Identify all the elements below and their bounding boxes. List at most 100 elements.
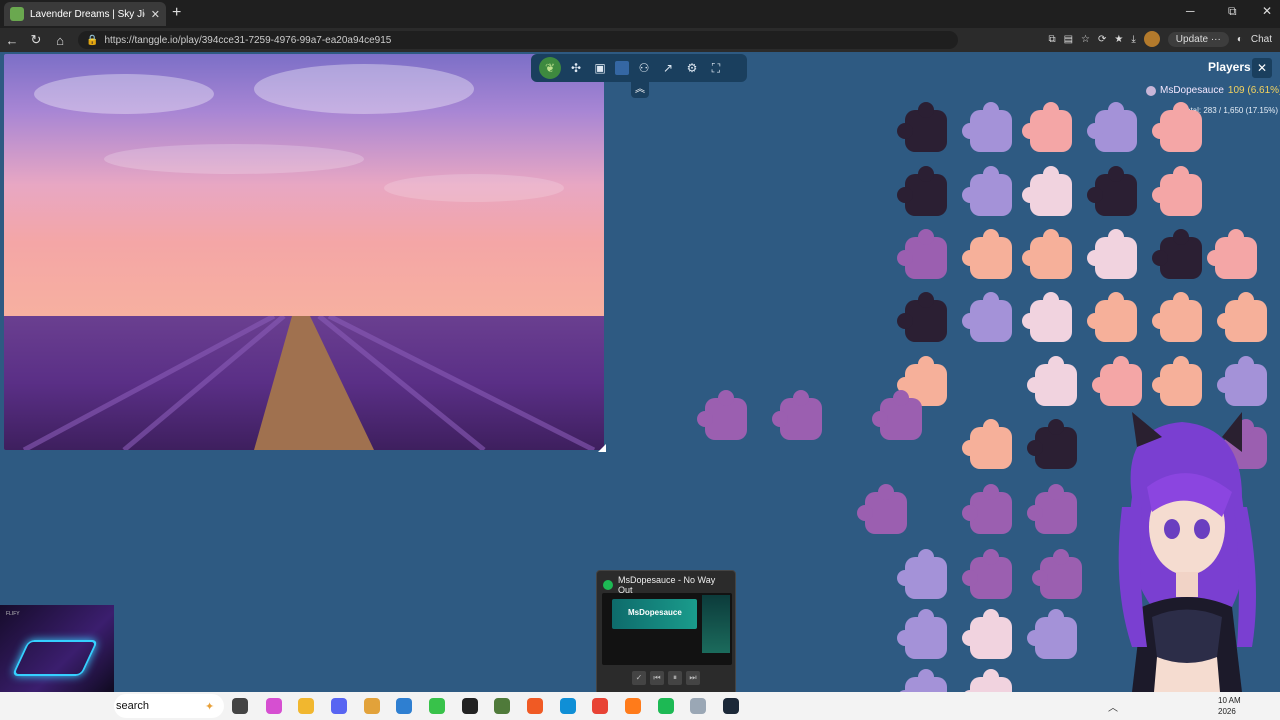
puzzle-piece[interactable]: [897, 549, 947, 599]
app-icon[interactable]: [364, 698, 380, 714]
puzzle-piece[interactable]: [872, 390, 922, 440]
puzzle-piece[interactable]: [1027, 484, 1077, 534]
puzzle-piece[interactable]: [897, 166, 947, 216]
star-icon[interactable]: ☆: [1081, 34, 1090, 45]
puzzle-piece[interactable]: [1207, 229, 1257, 279]
puzzle-piece[interactable]: [1217, 356, 1267, 406]
puzzle-piece[interactable]: [962, 609, 1012, 659]
puzzle-piece[interactable]: [1027, 609, 1077, 659]
back-arrow-icon[interactable]: ←: [0, 33, 24, 48]
tanggle-app-icon[interactable]: [494, 698, 510, 714]
new-tab-button[interactable]: +: [172, 4, 181, 22]
sync-icon[interactable]: ⟳: [1098, 34, 1106, 45]
next-icon[interactable]: ⏭: [686, 671, 700, 685]
puzzle-piece[interactable]: [857, 484, 907, 534]
puzzle-piece[interactable]: [962, 102, 1012, 152]
puzzle-piece[interactable]: [962, 292, 1012, 342]
puzzle-board[interactable]: ❦ ✣ ▣ ⚇ ↗ ⚙ ⛶ ︽ Players ✕ MsDopesauce 10…: [0, 52, 1280, 692]
background-color-button[interactable]: [615, 61, 629, 75]
puzzle-piece[interactable]: [897, 669, 947, 692]
obs-icon[interactable]: [462, 698, 478, 714]
maximize-button[interactable]: ⧉: [1228, 4, 1237, 19]
tanggle-logo-icon[interactable]: ❦: [539, 57, 561, 79]
taskbar-search[interactable]: search ✦: [114, 694, 224, 718]
url-field[interactable]: 🔒 https://tanggle.io/play/394cce31-7259-…: [78, 31, 958, 49]
puzzle-piece[interactable]: [962, 484, 1012, 534]
spotify-preview[interactable]: MsDopesauce - No Way Out MsDopesauce ✓ ⏮…: [596, 570, 736, 692]
image-icon[interactable]: ▣: [591, 59, 609, 77]
profile-avatar[interactable]: [1143, 31, 1160, 47]
file-explorer-icon[interactable]: [298, 698, 314, 714]
reload-icon[interactable]: ↻: [24, 32, 48, 48]
puzzle-piece[interactable]: [1087, 166, 1137, 216]
extensions-icon[interactable]: ⧉: [1048, 34, 1055, 45]
brave-icon[interactable]: [527, 698, 543, 714]
chat-button[interactable]: Chat: [1251, 34, 1272, 45]
players-close-button[interactable]: ✕: [1252, 58, 1272, 78]
gear-icon[interactable]: ⚙: [683, 59, 701, 77]
puzzle-piece[interactable]: [897, 229, 947, 279]
pause-icon[interactable]: ⏸: [668, 671, 682, 685]
copilot-icon[interactable]: ◐: [1237, 34, 1243, 45]
tray-overflow-icon[interactable]: ︿: [1108, 699, 1118, 714]
puzzle-piece[interactable]: [962, 549, 1012, 599]
h-app-icon[interactable]: [429, 698, 445, 714]
reader-icon[interactable]: ▤: [1064, 34, 1073, 45]
puzzle-piece[interactable]: [1027, 419, 1077, 469]
download-icon[interactable]: ⤓: [1131, 34, 1135, 45]
favorites-icon[interactable]: ★: [1114, 34, 1123, 45]
update-button[interactable]: Update ···: [1167, 31, 1229, 47]
puzzle-piece[interactable]: [897, 102, 947, 152]
chrome-icon[interactable]: [592, 698, 608, 714]
puzzle-piece[interactable]: [1087, 292, 1137, 342]
puzzle-piece[interactable]: [897, 292, 947, 342]
puzzle-piece[interactable]: [1152, 229, 1202, 279]
puzzle-piece[interactable]: [697, 390, 747, 440]
tab-close-button[interactable]: ✕: [151, 8, 160, 21]
puzzle-piece[interactable]: [1022, 229, 1072, 279]
copilot-app-icon[interactable]: [266, 698, 282, 714]
collapse-toolbar-button[interactable]: ︽: [631, 82, 649, 98]
reference-image[interactable]: [4, 54, 604, 450]
browser-tab[interactable]: Lavender Dreams | Sky Jigsaw ✕: [4, 2, 166, 26]
puzzle-piece[interactable]: [1152, 166, 1202, 216]
puzzle-piece[interactable]: [1152, 102, 1202, 152]
puzzle-piece[interactable]: [1022, 102, 1072, 152]
puzzle-piece[interactable]: [897, 609, 947, 659]
close-window-button[interactable]: ✕: [1262, 4, 1272, 18]
puzzle-piece-icon[interactable]: ✣: [567, 59, 585, 77]
share-icon[interactable]: ↗: [659, 59, 677, 77]
clock[interactable]: 10 AM 2026: [1218, 695, 1241, 717]
game-toolbar: ❦ ✣ ▣ ⚇ ↗ ⚙ ⛶: [531, 54, 747, 82]
puzzle-piece[interactable]: [1022, 166, 1072, 216]
puzzle-piece[interactable]: [1027, 356, 1077, 406]
steam-icon[interactable]: [723, 698, 739, 714]
puzzle-piece[interactable]: [1092, 356, 1142, 406]
spotify-taskbar-icon[interactable]: [658, 698, 674, 714]
puzzle-piece[interactable]: [962, 669, 1012, 692]
vscode-icon[interactable]: [396, 698, 412, 714]
puzzle-piece[interactable]: [1152, 356, 1202, 406]
previous-icon[interactable]: ⏮: [650, 671, 664, 685]
tab-favicon-icon: [10, 7, 24, 21]
firefox-icon[interactable]: [625, 698, 641, 714]
puzzle-piece[interactable]: [1152, 292, 1202, 342]
puzzle-piece[interactable]: [772, 390, 822, 440]
puzzle-piece[interactable]: [1087, 229, 1137, 279]
home-icon[interactable]: ⌂: [48, 33, 72, 48]
players-icon[interactable]: ⚇: [635, 59, 653, 77]
puzzle-piece[interactable]: [962, 419, 1012, 469]
discord-icon[interactable]: [331, 698, 347, 714]
fullscreen-icon[interactable]: ⛶: [707, 59, 725, 77]
minimize-button[interactable]: ─: [1186, 4, 1195, 18]
puzzle-piece[interactable]: [1087, 102, 1137, 152]
like-icon[interactable]: ✓: [632, 671, 646, 685]
puzzle-piece[interactable]: [1217, 292, 1267, 342]
puzzle-piece[interactable]: [1022, 292, 1072, 342]
puzzle-piece[interactable]: [962, 166, 1012, 216]
puzzle-piece[interactable]: [962, 229, 1012, 279]
task-view-icon[interactable]: [232, 698, 248, 714]
edge-icon[interactable]: [560, 698, 576, 714]
puzzle-piece[interactable]: [1032, 549, 1082, 599]
photos-icon[interactable]: [690, 698, 706, 714]
